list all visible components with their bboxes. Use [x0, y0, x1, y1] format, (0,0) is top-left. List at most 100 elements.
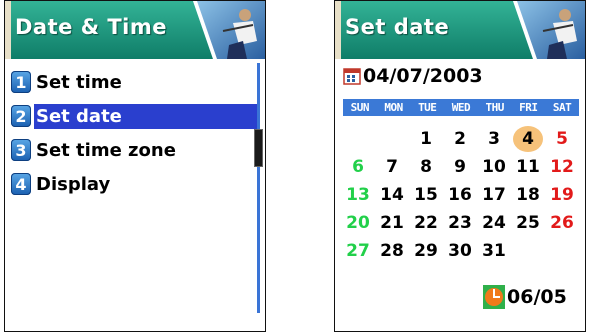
title-bar: Date & Time: [5, 1, 265, 59]
calendar-day-number: 1: [420, 129, 432, 149]
settings-menu: 1 Set time 2 Set date 3 Set time zone 4 …: [11, 65, 257, 201]
calendar-day[interactable]: 12: [545, 157, 579, 177]
calendar-day[interactable]: 4: [511, 126, 545, 152]
scrollbar-thumb[interactable]: [254, 129, 263, 167]
calendar-day[interactable]: 26: [545, 213, 579, 233]
calendar-day[interactable]: 29: [409, 241, 443, 261]
weekday-header: SUN MON TUE WED THU FRI SAT: [343, 99, 579, 116]
calendar-day-number: 14: [380, 185, 404, 205]
calendar-day[interactable]: 27: [341, 241, 375, 261]
calendar-day-number: 24: [482, 213, 506, 233]
calendar-day[interactable]: 18: [511, 185, 545, 205]
calendar-day-number: 22: [414, 213, 438, 233]
calendar-week-row: 20 21 22 23 24 25 26: [341, 209, 581, 237]
weekday-label: THU: [485, 101, 504, 114]
calendar-day[interactable]: 13: [341, 185, 375, 205]
weekday-label: FRI: [519, 101, 538, 114]
calendar-day[interactable]: 28: [375, 241, 409, 261]
calendar-day-number: 8: [420, 157, 432, 177]
calendar-day[interactable]: 6: [341, 157, 375, 177]
calendar-day-number: 21: [380, 213, 404, 233]
date-field[interactable]: 04/07/2003: [343, 65, 483, 87]
calendar-grid: 1 2 3 4 5 6 7 8 9 10 11 12 13 14 15 16 17 18 19 20 21 22 23 24 2…: [341, 125, 581, 265]
golfer-photo: [513, 1, 585, 59]
calendar-day[interactable]: 22: [409, 213, 443, 233]
calendar-day[interactable]: 21: [375, 213, 409, 233]
calendar-day-number: 2: [454, 129, 466, 149]
calendar-day[interactable]: 16: [443, 185, 477, 205]
calendar-day-number: 4: [513, 126, 543, 152]
date-time-screen: Date & Time 1 Set time 2 Set date 3 Set …: [4, 0, 266, 332]
calendar-day-number: 9: [454, 157, 466, 177]
number-badge-icon: 3: [11, 139, 31, 161]
calendar-day[interactable]: 9: [443, 157, 477, 177]
date-value: 04/07/2003: [363, 65, 483, 87]
menu-item-display[interactable]: 4 Display: [11, 167, 257, 201]
weekday-label: TUE: [418, 101, 437, 114]
menu-item-set-date[interactable]: 2 Set date: [11, 99, 257, 133]
set-date-screen: Set date 04/07/2003 SUN MON TUE WED THU …: [334, 0, 586, 332]
menu-item-label: Set time zone: [36, 139, 176, 161]
calendar-week-row: 1 2 345: [341, 125, 581, 153]
calendar-day-number: 12: [550, 157, 574, 177]
calendar-day[interactable]: 24: [477, 213, 511, 233]
calendar-day[interactable]: 20: [341, 213, 375, 233]
calendar-day[interactable]: 30: [443, 241, 477, 261]
calendar-day-number: 6: [352, 157, 364, 177]
calendar-day[interactable]: 11: [511, 157, 545, 177]
calendar-week-row: 6 7 8 9 10 11 12: [341, 153, 581, 181]
calendar-day-number: 5: [556, 129, 568, 149]
calendar-day[interactable]: 5: [545, 129, 579, 149]
calendar-day-number: 27: [346, 241, 370, 261]
calendar-icon: [343, 68, 361, 85]
menu-item-label: Set time: [36, 71, 122, 93]
calendar-day-number: 29: [414, 241, 438, 261]
number-badge-icon: 1: [11, 71, 31, 93]
calendar-day-number: 26: [550, 213, 574, 233]
calendar-day[interactable]: 1: [409, 129, 443, 149]
calendar-day[interactable]: 31: [477, 241, 511, 261]
calendar-day[interactable]: 17: [477, 185, 511, 205]
footer-date: 06/05: [483, 285, 567, 309]
calendar-day-number: 3: [488, 129, 500, 149]
calendar-day-number: 23: [448, 213, 472, 233]
calendar-day[interactable]: 7: [375, 157, 409, 177]
menu-item-label: Set date: [34, 103, 257, 129]
weekday-label: SAT: [552, 101, 572, 114]
calendar-day-number: 10: [482, 157, 506, 177]
number-badge-icon: 2: [11, 105, 31, 127]
title-bar: Set date: [335, 1, 585, 59]
calendar-day[interactable]: 23: [443, 213, 477, 233]
calendar-day[interactable]: 14: [375, 185, 409, 205]
calendar-day-number: 30: [448, 241, 472, 261]
calendar-day[interactable]: 8: [409, 157, 443, 177]
page-title: Set date: [345, 15, 450, 39]
calendar-day-number: 11: [516, 157, 540, 177]
weekday-label: SUN: [350, 101, 370, 114]
page-title: Date & Time: [15, 15, 167, 39]
calendar-day-number: 19: [550, 185, 574, 205]
menu-item-set-time[interactable]: 1 Set time: [11, 65, 257, 99]
calendar-day-number: 28: [380, 241, 404, 261]
menu-item-set-time-zone[interactable]: 3 Set time zone: [11, 133, 257, 167]
calendar-day-number: 13: [346, 185, 370, 205]
calendar-day[interactable]: 19: [545, 185, 579, 205]
calendar-day[interactable]: 10: [477, 157, 511, 177]
weekday-label: MON: [384, 101, 403, 114]
calendar-day-number: 31: [482, 241, 506, 261]
calendar-day[interactable]: 3: [477, 129, 511, 149]
weekday-label: WED: [451, 101, 471, 114]
calendar-day-number: 20: [346, 213, 370, 233]
number-badge-icon: 4: [11, 173, 31, 195]
calendar-day[interactable]: 25: [511, 213, 545, 233]
calendar-day[interactable]: 15: [409, 185, 443, 205]
scrollbar-track[interactable]: [257, 63, 260, 313]
calendar-day-number: 15: [414, 185, 438, 205]
clock-flag-icon: [483, 285, 505, 309]
golfer-photo: [193, 1, 265, 59]
calendar-week-row: 27 28 29 30 31: [341, 237, 581, 265]
calendar-day-number: 16: [448, 185, 472, 205]
calendar-week-row: 13 14 15 16 17 18 19: [341, 181, 581, 209]
footer-date-value: 06/05: [507, 286, 567, 308]
calendar-day[interactable]: 2: [443, 129, 477, 149]
